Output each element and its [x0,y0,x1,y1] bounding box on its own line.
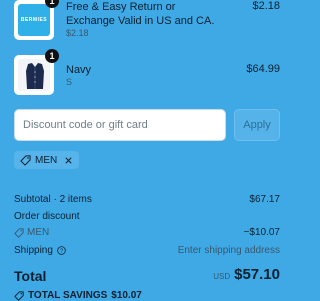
total-label: Total [14,268,47,284]
item-subtitle: $2.18 [66,28,89,38]
thumbnail-brand-text: BERMIES [20,17,48,23]
total-savings-value: $10.07 [111,290,142,301]
subtotal-value: $67.17 [249,194,280,205]
tag-icon [14,290,24,301]
product-thumbnail: BERMIES 1 [14,0,59,40]
help-icon[interactable]: ? [57,246,66,255]
total-savings-row: TOTAL SAVINGS $10.07 [14,290,142,301]
discount-code-input[interactable] [14,109,226,141]
applied-discount-tag: MEN [14,151,80,169]
tag-icon [14,227,24,238]
item-variant: S [66,77,73,87]
order-discount-row: MEN −$10.07 [14,227,280,241]
quantity-badge: 1 [45,0,59,8]
applied-discount-code: MEN [35,154,58,166]
shipping-value: Enter shipping address [177,245,280,256]
item-title: Navy [66,64,92,76]
item-title: Free & Easy Return or Exchange Valid in … [66,1,215,27]
item-price: $2.18 [252,0,280,12]
discount-code-label: MEN [27,227,50,238]
shipping-label: Shipping [14,245,53,256]
vest-image-icon [26,63,44,89]
total-row: Total USD $57.10 [14,266,280,286]
close-icon[interactable] [64,156,73,165]
subtotal-row: Subtotal · 2 items $67.17 [14,194,280,205]
order-discount-label-row: Order discount [14,211,280,222]
line-item-navy: 1 Navy S $64.99 [14,49,280,95]
discount-value: −$10.07 [243,227,280,238]
order-discount-label: Order discount [14,211,80,222]
total-amount: $57.10 [234,266,280,283]
subtotal-label: Subtotal · 2 items [14,194,92,205]
item-price: $64.99 [246,63,280,75]
tag-icon [20,154,31,166]
apply-button[interactable]: Apply [234,109,280,141]
currency-code: USD [213,272,231,281]
shipping-row: Shipping ? Enter shipping address [14,245,280,256]
total-savings-label: TOTAL SAVINGS [28,290,108,301]
line-item-return-exchange: BERMIES 1 Free & Easy Return or Exchange… [14,0,280,40]
product-thumbnail: 1 [14,49,59,95]
quantity-badge: 1 [45,49,59,63]
